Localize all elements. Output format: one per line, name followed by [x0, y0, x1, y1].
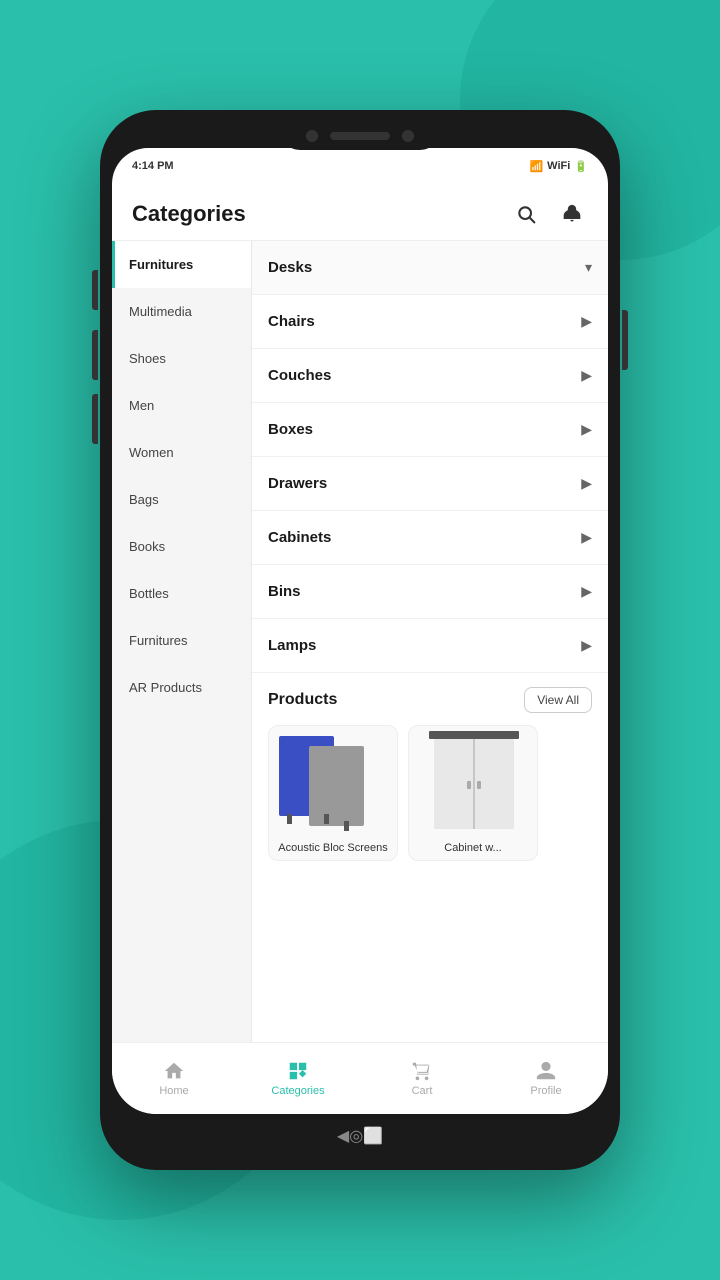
category-chairs[interactable]: Chairs ▶: [252, 295, 608, 349]
header-actions: [510, 198, 588, 230]
speaker: [330, 132, 390, 140]
sidebar-item-shoes[interactable]: Shoes: [112, 335, 251, 382]
sidebar-item-bottles[interactable]: Bottles: [112, 570, 251, 617]
sidebar-item-men[interactable]: Men: [112, 382, 251, 429]
chevron-right-icon: ▶: [581, 583, 592, 600]
view-all-button[interactable]: View All: [524, 687, 592, 713]
product-card-2[interactable]: Cabinet w...: [408, 725, 538, 861]
mute-button: [92, 270, 98, 310]
sidebar-item-furnitures-2[interactable]: Furnitures: [112, 617, 251, 664]
category-boxes[interactable]: Boxes ▶: [252, 403, 608, 457]
products-section: Products View All: [252, 673, 608, 869]
product-card-1[interactable]: Acoustic Bloc Screens: [268, 725, 398, 861]
sidebar-item-multimedia[interactable]: Multimedia: [112, 288, 251, 335]
chevron-right-icon: ▶: [581, 421, 592, 438]
category-lamps[interactable]: Lamps ▶: [252, 619, 608, 673]
page-title: Categories: [132, 201, 246, 227]
category-desks[interactable]: Desks ▾: [252, 241, 608, 295]
products-header: Products View All: [268, 687, 592, 713]
product-image-2: [409, 726, 538, 836]
product-name-2: Cabinet w...: [409, 836, 537, 860]
status-bar: 4:14 PM 📶 WiFi 🔋: [112, 148, 608, 184]
back-button[interactable]: ◀: [337, 1126, 349, 1146]
chevron-right-icon: ▶: [581, 367, 592, 384]
bottom-navigation: Home Categories Cart Profile: [112, 1042, 608, 1114]
chevron-right-icon: ▶: [581, 475, 592, 492]
screen: Categories Furnit: [112, 184, 608, 1114]
system-nav-bar: ◀ ◎ ⬜: [277, 1114, 443, 1158]
sidebar-item-bags[interactable]: Bags: [112, 476, 251, 523]
signal-icon: 📶: [529, 160, 543, 173]
battery-icon: 🔋: [574, 160, 588, 173]
category-drawers[interactable]: Drawers ▶: [252, 457, 608, 511]
volume-down-button: [92, 394, 98, 444]
sidebar-item-furnitures-1[interactable]: Furnitures: [112, 241, 251, 288]
products-grid: Acoustic Bloc Screens: [268, 725, 592, 861]
chevron-right-icon: ▶: [581, 637, 592, 654]
category-bins[interactable]: Bins ▶: [252, 565, 608, 619]
products-title: Products: [268, 691, 337, 709]
search-button[interactable]: [510, 198, 542, 230]
nav-cart[interactable]: Cart: [392, 1060, 452, 1097]
category-cabinets[interactable]: Cabinets ▶: [252, 511, 608, 565]
recents-button[interactable]: ⬜: [363, 1126, 383, 1146]
nav-profile[interactable]: Profile: [516, 1060, 576, 1097]
notification-button[interactable]: [556, 198, 588, 230]
front-camera: [306, 130, 318, 142]
notch: [280, 122, 440, 150]
sidebar-item-women[interactable]: Women: [112, 429, 251, 476]
product-name-1: Acoustic Bloc Screens: [269, 836, 397, 860]
wifi-icon: WiFi: [547, 160, 570, 172]
volume-up-button: [92, 330, 98, 380]
chevron-down-icon: ▾: [585, 259, 592, 276]
face-id: [402, 130, 414, 142]
category-couches[interactable]: Couches ▶: [252, 349, 608, 403]
category-sidebar: Furnitures Multimedia Shoes Men Women Ba…: [112, 241, 252, 1042]
sidebar-item-books[interactable]: Books: [112, 523, 251, 570]
product-image-1: [269, 726, 398, 836]
nav-home[interactable]: Home: [144, 1060, 204, 1097]
sidebar-item-ar-products[interactable]: AR Products: [112, 664, 251, 711]
header: Categories: [112, 184, 608, 241]
phone-frame: 4:14 PM 📶 WiFi 🔋 Categories: [100, 110, 620, 1170]
home-button[interactable]: ◎: [349, 1126, 363, 1146]
main-content: Furnitures Multimedia Shoes Men Women Ba…: [112, 241, 608, 1042]
power-button: [622, 310, 628, 370]
category-list: Desks ▾ Chairs ▶ Couches ▶ Boxes ▶: [252, 241, 608, 1042]
nav-categories[interactable]: Categories: [268, 1060, 328, 1097]
status-time: 4:14 PM: [132, 160, 174, 172]
chevron-right-icon: ▶: [581, 529, 592, 546]
chevron-right-icon: ▶: [581, 313, 592, 330]
